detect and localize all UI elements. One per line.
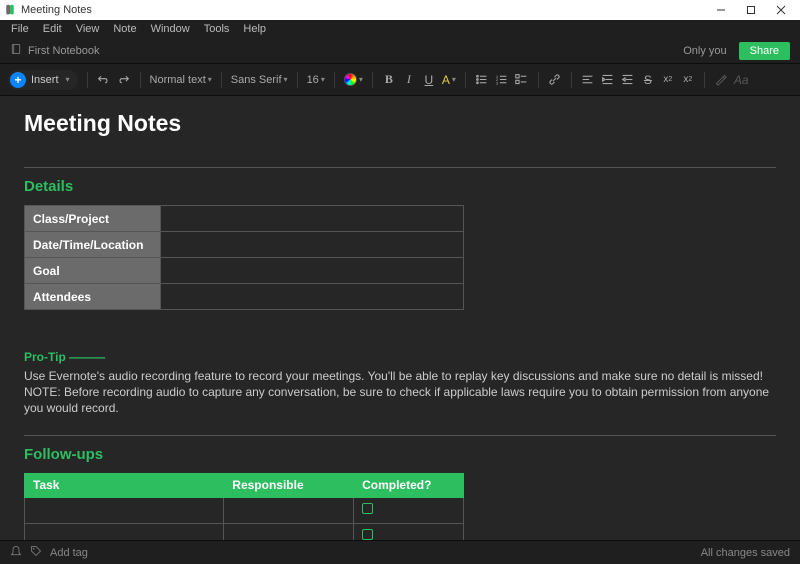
insert-button[interactable]: + Insert ▾ [8, 70, 78, 90]
note-title[interactable]: Meeting Notes [24, 110, 776, 137]
italic-button[interactable]: I [402, 72, 416, 87]
window-close-button[interactable] [766, 0, 796, 20]
status-bar: Add tag All changes saved [0, 540, 800, 564]
chevron-down-icon: ▾ [66, 75, 70, 84]
table-row [25, 523, 464, 540]
subscript-button[interactable]: x2 [681, 74, 695, 85]
table-row: Attendees [25, 284, 464, 310]
menu-window[interactable]: Window [144, 21, 197, 37]
access-label[interactable]: Only you [683, 45, 726, 57]
add-tag-button[interactable]: Add tag [50, 547, 88, 559]
followups-table: Task Responsible Completed? [24, 473, 464, 540]
menu-file[interactable]: File [4, 21, 36, 37]
align-left-button[interactable] [581, 73, 595, 86]
reminder-icon[interactable] [10, 545, 22, 560]
window-titlebar: Meeting Notes [0, 0, 800, 20]
checklist-button[interactable] [515, 73, 529, 86]
share-button[interactable]: Share [739, 42, 790, 60]
redo-button[interactable] [117, 73, 131, 86]
underline-button[interactable]: U [422, 73, 436, 87]
menu-tools[interactable]: Tools [197, 21, 237, 37]
checkbox-icon[interactable] [362, 529, 373, 540]
protip-line: Use Evernote's audio recording feature t… [24, 369, 763, 383]
followup-completed-cell[interactable] [354, 497, 464, 523]
save-status: All changes saved [701, 547, 790, 559]
table-row: Class/Project [25, 206, 464, 232]
strikethrough-button[interactable]: S [641, 73, 655, 87]
followup-responsible-cell[interactable] [224, 497, 354, 523]
protip-heading: Pro-Tip ——— [24, 350, 776, 364]
details-value[interactable] [161, 284, 464, 310]
bulleted-list-button[interactable] [475, 73, 489, 86]
ai-edit-button[interactable] [714, 73, 728, 86]
undo-button[interactable] [97, 73, 111, 86]
plus-icon: + [10, 72, 26, 88]
table-row: Date/Time/Location [25, 232, 464, 258]
followup-task-cell[interactable] [25, 523, 224, 540]
bold-button[interactable]: B [382, 72, 396, 87]
divider [24, 167, 776, 168]
table-row [25, 497, 464, 523]
paragraph-style-select[interactable]: Normal text▾ [150, 74, 212, 86]
color-wheel-icon [344, 73, 357, 86]
menu-edit[interactable]: Edit [36, 21, 69, 37]
details-label[interactable]: Attendees [25, 284, 161, 310]
followup-task-cell[interactable] [25, 497, 224, 523]
details-label[interactable]: Class/Project [25, 206, 161, 232]
svg-text:3: 3 [496, 80, 499, 85]
followups-col-responsible: Responsible [224, 473, 354, 497]
highlight-button[interactable]: A▾ [442, 73, 456, 87]
window-title: Meeting Notes [21, 4, 92, 16]
formatting-toolbar: + Insert ▾ Normal text▾ Sans Serif▾ 16▾ … [0, 64, 800, 96]
app-icon [4, 4, 16, 16]
notebook-name[interactable]: First Notebook [28, 45, 100, 57]
insert-label: Insert [31, 74, 59, 86]
details-value[interactable] [161, 206, 464, 232]
details-heading: Details [24, 178, 776, 195]
followups-heading: Follow-ups [24, 446, 776, 463]
font-family-select[interactable]: Sans Serif▾ [231, 74, 288, 86]
menu-view[interactable]: View [69, 21, 107, 37]
followup-responsible-cell[interactable] [224, 523, 354, 540]
note-editor[interactable]: Meeting Notes Details Class/Project Date… [0, 96, 800, 540]
font-color-button[interactable]: ▾ [344, 73, 363, 86]
protip-line: NOTE: Before recording audio to capture … [24, 385, 769, 415]
divider [24, 435, 776, 436]
notebook-icon [10, 43, 22, 58]
details-table: Class/Project Date/Time/Location Goal At… [24, 205, 464, 310]
menu-help[interactable]: Help [236, 21, 273, 37]
window-minimize-button[interactable] [706, 0, 736, 20]
details-value[interactable] [161, 232, 464, 258]
protip-body: Use Evernote's audio recording feature t… [24, 368, 776, 417]
notebook-bar: First Notebook Only you Share [0, 38, 800, 64]
table-row: Goal [25, 258, 464, 284]
menu-note[interactable]: Note [106, 21, 143, 37]
more-formatting-button[interactable]: Aa [734, 73, 749, 87]
tag-icon[interactable] [30, 545, 42, 560]
followups-col-task: Task [25, 473, 224, 497]
details-value[interactable] [161, 258, 464, 284]
outdent-button[interactable] [621, 73, 635, 86]
followup-completed-cell[interactable] [354, 523, 464, 540]
link-button[interactable] [548, 73, 562, 86]
superscript-button[interactable]: x2 [661, 74, 675, 85]
indent-button[interactable] [601, 73, 615, 86]
details-label[interactable]: Goal [25, 258, 161, 284]
checkbox-icon[interactable] [362, 503, 373, 514]
details-label[interactable]: Date/Time/Location [25, 232, 161, 258]
followups-col-completed: Completed? [354, 473, 464, 497]
numbered-list-button[interactable]: 123 [495, 73, 509, 86]
font-size-select[interactable]: 16▾ [307, 74, 325, 86]
window-maximize-button[interactable] [736, 0, 766, 20]
menu-bar: File Edit View Note Window Tools Help [0, 20, 800, 38]
